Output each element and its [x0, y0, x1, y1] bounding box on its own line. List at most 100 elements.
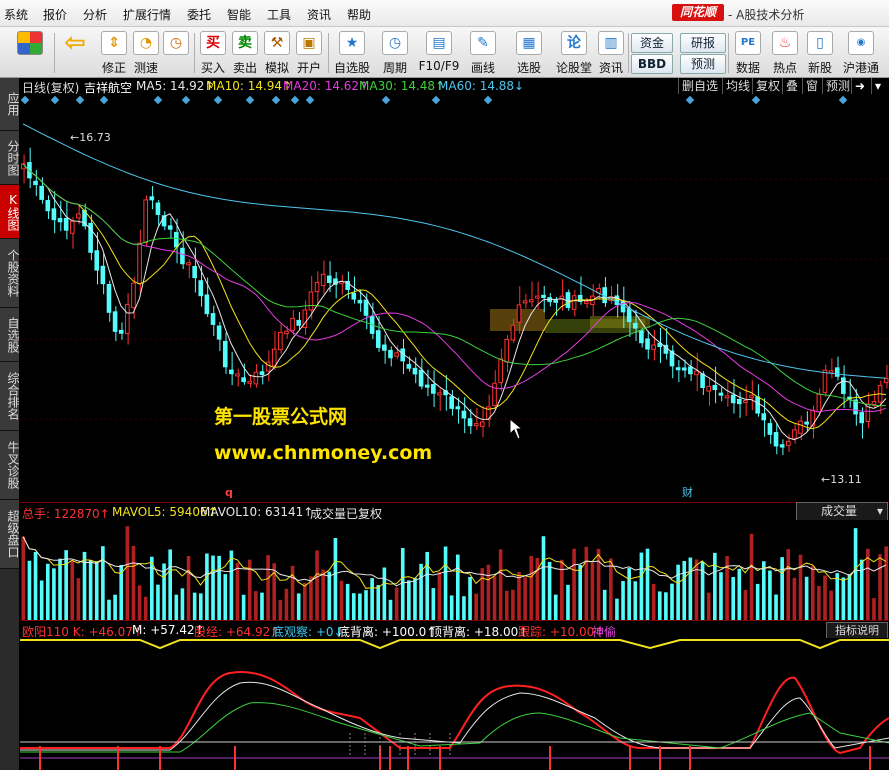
menu-trade[interactable]: 委托 — [187, 6, 211, 23]
remove-watchlist-button[interactable]: 删自选 — [678, 78, 721, 94]
volume-bar — [529, 555, 534, 620]
candle-body — [222, 340, 228, 368]
volume-bar — [443, 546, 448, 620]
volume-chart[interactable] — [20, 520, 889, 620]
signal-diamond-icon — [290, 95, 300, 105]
indicator-chart[interactable] — [20, 638, 889, 770]
candle-body — [718, 392, 724, 396]
window-button[interactable]: 窗 — [802, 78, 821, 94]
volume-bar — [829, 590, 833, 620]
data-button[interactable]: PE 数据 — [733, 31, 763, 75]
news-button[interactable]: ▥ 资讯 — [596, 31, 626, 75]
draw-line-button[interactable]: ✎ 画线 — [464, 31, 502, 75]
volume-indicator-select[interactable]: 成交量 ▾ — [796, 502, 888, 521]
tab-watchlist[interactable]: 自选股 — [0, 308, 20, 362]
candle-body — [125, 303, 130, 335]
candle-body — [535, 295, 540, 299]
forum-button[interactable]: 论 论股堂 — [554, 31, 594, 75]
grid-button[interactable] — [10, 31, 50, 75]
tab-kline[interactable]: K线图 — [0, 185, 20, 239]
volume-bar — [260, 592, 264, 620]
tab-ranking[interactable]: 综合排名 — [0, 362, 20, 431]
candle-body — [712, 384, 718, 391]
menu-quote[interactable]: 报价 — [43, 6, 67, 23]
forecast-toggle-button[interactable]: 预测 — [822, 78, 853, 94]
candle-body — [798, 420, 803, 434]
volume-bar — [517, 571, 521, 620]
overlay-button[interactable]: 叠 — [782, 78, 801, 94]
kline-chart[interactable]: ←16.73 ←13.11 q 财 — [20, 94, 889, 502]
menu-news[interactable]: 资讯 — [307, 6, 331, 23]
candle-body — [284, 330, 289, 335]
volume-bar — [706, 592, 711, 620]
menu-tools[interactable]: 工具 — [267, 6, 291, 23]
volume-bar — [290, 565, 295, 620]
indicator-help-button[interactable]: 指标说明 — [826, 622, 888, 639]
menu-extended-quote[interactable]: 扩展行情 — [123, 6, 171, 23]
new-stock-button[interactable]: ▯ 新股 — [805, 31, 835, 75]
volume-bar — [474, 593, 478, 620]
forecast-button[interactable]: 预测 — [680, 54, 726, 74]
signal-diamond-icon — [305, 95, 315, 105]
period-button[interactable]: ◷ 周期 — [376, 31, 414, 75]
sell-button[interactable]: 卖 卖出 — [230, 31, 260, 75]
menu-analysis[interactable]: 分析 — [83, 6, 107, 23]
funds-button[interactable]: 资金 — [631, 33, 673, 53]
menu-smart[interactable]: 智能 — [227, 6, 251, 23]
volume-bar — [437, 571, 442, 620]
menu-system[interactable]: 系统 — [4, 6, 28, 23]
f10-button[interactable]: ▤ F10/F9 — [418, 31, 460, 75]
back-button[interactable]: ⇦ — [60, 30, 90, 75]
correct-button[interactable]: ⇕ 修正 — [98, 31, 130, 75]
kline-header: 日线(复权) 吉祥航空 MA5: 14.92↑ MA10: 14.94↑ MA2… — [20, 78, 889, 95]
adjust-button[interactable]: 复权 — [752, 78, 783, 94]
tab-diagnosis[interactable]: 牛叉诊股 — [0, 431, 20, 500]
buy-button[interactable]: 买 买入 — [198, 31, 228, 75]
volume-bar — [541, 536, 546, 620]
ma-button[interactable]: 均线 — [722, 78, 753, 94]
candle-body — [247, 380, 253, 384]
candle-body — [737, 398, 742, 405]
tab-super-orderbook[interactable]: 超级盘口 — [0, 500, 20, 569]
tab-stock-profile[interactable]: 个股资料 — [0, 239, 20, 308]
candle-body — [571, 295, 577, 310]
tab-app[interactable]: 应用 — [0, 78, 20, 131]
volume-bar — [462, 596, 466, 620]
volume-bar — [792, 577, 797, 620]
menu-help[interactable]: 帮助 — [347, 6, 371, 23]
tab-intraday[interactable]: 分时图 — [0, 131, 20, 185]
candle-body — [412, 367, 418, 375]
ma60-label: MA60: 14.88↓ — [438, 79, 525, 93]
candle-body — [418, 369, 424, 387]
volume-select-value: 成交量 — [821, 504, 858, 518]
chevron-down-icon[interactable]: ▾ — [871, 78, 884, 94]
simulate-button[interactable]: ⚒ 模拟 — [262, 31, 292, 75]
candle-body — [859, 412, 865, 424]
toolbar-misc-button[interactable]: ◷ — [162, 31, 190, 75]
signal-diamond-icon — [381, 95, 391, 105]
candle-body — [63, 217, 69, 231]
shhk-button[interactable]: ◉ 沪港通 — [840, 31, 882, 75]
bbd-button[interactable]: BBD — [631, 54, 673, 74]
signal-line-yellow — [20, 639, 889, 650]
speed-test-button[interactable]: ◔ 测速 — [130, 31, 162, 75]
watchlist-button[interactable]: ★ 自选股 — [332, 31, 372, 75]
volume-bar — [670, 583, 674, 620]
volume-bar — [400, 548, 405, 620]
signal-diamond-icon — [213, 95, 223, 105]
volume-bar — [657, 591, 662, 620]
volume-bar — [143, 596, 148, 620]
open-account-button[interactable]: ▣ 开户 — [294, 31, 324, 75]
volume-bar — [511, 589, 515, 620]
volume-bar — [174, 594, 179, 620]
toolbar-separator — [54, 33, 55, 73]
volume-bar — [376, 585, 381, 620]
arrow-right-icon[interactable]: ➜ — [851, 78, 868, 94]
lock-icon: ▣ — [296, 31, 322, 55]
candle-body — [69, 220, 75, 234]
volume-bar — [615, 598, 619, 620]
research-button[interactable]: 研报 — [680, 33, 726, 53]
hot-button[interactable]: ♨ 热点 — [770, 31, 800, 75]
mouse-cursor-icon — [509, 417, 524, 440]
select-stock-button[interactable]: ▦ 选股 — [508, 31, 550, 75]
